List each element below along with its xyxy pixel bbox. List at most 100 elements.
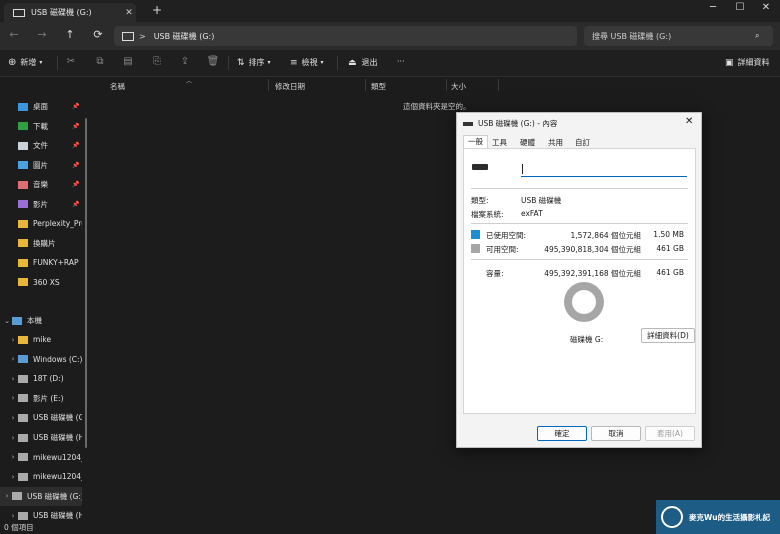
column-header-name[interactable]: 名稱 bbox=[110, 81, 125, 92]
sidebar-item-label: 360 XS bbox=[33, 277, 60, 287]
chevron-right-icon[interactable]: › bbox=[8, 394, 18, 402]
cancel-button[interactable]: 取消 bbox=[591, 426, 641, 441]
sidebar-item-label: 下載 bbox=[33, 121, 48, 131]
drive-icon bbox=[18, 511, 28, 520]
sidebar-item-quick-9[interactable]: 360 XS bbox=[0, 273, 82, 292]
sidebar-item-drive-2[interactable]: › 18T (D:) bbox=[0, 369, 82, 388]
delete-icon[interactable]: 🗑 bbox=[206, 56, 220, 67]
more-button[interactable]: ··· bbox=[397, 57, 405, 66]
column-header-size[interactable]: 大小 bbox=[451, 81, 466, 92]
view-button[interactable]: ≡ 檢視 ▾ bbox=[290, 57, 324, 68]
chevron-down-icon[interactable]: ⌄ bbox=[2, 317, 12, 325]
dialog-close-button[interactable]: ✕ bbox=[685, 116, 693, 127]
watermark-logo: 麥克Wu的生活攝影札記 bbox=[656, 500, 780, 534]
computer-icon bbox=[12, 316, 22, 325]
used-space-label: 已使用空間: bbox=[486, 231, 527, 240]
tab-usb-drive[interactable]: USB 磁碟機 (G:) ✕ bbox=[4, 3, 136, 22]
sidebar-item-drive-6[interactable]: › mikewu1204_ bbox=[0, 448, 82, 467]
cut-icon[interactable]: ✂ bbox=[64, 56, 78, 67]
column-divider[interactable] bbox=[498, 79, 499, 91]
sidebar-item-label: 影片 bbox=[33, 199, 48, 209]
sidebar-item-drive-0[interactable]: › mike bbox=[0, 330, 82, 349]
share-icon[interactable]: ⇪ bbox=[178, 56, 192, 67]
paste-icon[interactable]: ▤ bbox=[121, 56, 135, 67]
chevron-right-icon[interactable]: › bbox=[2, 492, 12, 500]
new-button[interactable]: ⊕ 新增 ▾ bbox=[8, 57, 42, 68]
sidebar-item-quick-5[interactable]: 影片 📌 bbox=[0, 195, 82, 214]
sidebar-item-quick-3[interactable]: 圖片 📌 bbox=[0, 156, 82, 175]
address-path: USB 磁碟機 (G:) bbox=[153, 31, 215, 41]
sidebar-item-label: mikewu1204_ bbox=[33, 452, 82, 462]
apply-button[interactable]: 套用(A) bbox=[645, 426, 695, 441]
maximize-button[interactable]: ☐ bbox=[727, 2, 753, 13]
ok-button[interactable]: 確定 bbox=[537, 426, 587, 441]
sidebar-item-quick-8[interactable]: FUNKY+RAP bbox=[0, 253, 82, 272]
free-space-swatch bbox=[471, 244, 480, 253]
chevron-right-icon[interactable]: › bbox=[8, 473, 18, 481]
drive-icon bbox=[18, 394, 28, 403]
search-box[interactable]: 搜尋 USB 磁碟機 (G:) ⌕ bbox=[584, 26, 773, 46]
search-input[interactable]: 搜尋 USB 磁碟機 (G:) bbox=[584, 31, 755, 42]
used-space-swatch bbox=[471, 230, 480, 239]
sort-button[interactable]: ⇅ 排序 ▾ bbox=[237, 57, 271, 68]
chevron-right-icon[interactable]: › bbox=[8, 453, 18, 461]
sidebar-item-drive-1[interactable]: › Windows (C:) bbox=[0, 350, 82, 369]
column-divider[interactable] bbox=[365, 79, 366, 91]
new-label: 新增 bbox=[20, 58, 37, 67]
sidebar-item-quick-6[interactable]: Perplexity_Pro bbox=[0, 214, 82, 233]
divider bbox=[228, 56, 229, 70]
back-button[interactable]: ← bbox=[6, 28, 22, 41]
chevron-right-icon[interactable]: › bbox=[8, 336, 18, 344]
sidebar-item-this-pc[interactable]: ⌄ 本機 bbox=[0, 311, 82, 330]
sidebar-item-quick-2[interactable]: 文件 📌 bbox=[0, 136, 82, 155]
sidebar-item-drive-8[interactable]: › USB 磁碟機 (G:) bbox=[0, 486, 82, 506]
column-header-type[interactable]: 類型 bbox=[371, 81, 386, 92]
chevron-right-icon[interactable]: › bbox=[8, 355, 18, 363]
computer-icon bbox=[122, 31, 134, 41]
sidebar-item-drive-5[interactable]: › USB 磁碟機 (H:) bbox=[0, 428, 82, 447]
drive-icon bbox=[18, 433, 28, 442]
sidebar-scrollbar[interactable] bbox=[85, 118, 87, 448]
folder-icon bbox=[18, 258, 28, 267]
column-header-modified[interactable]: 修改日期 bbox=[275, 81, 305, 92]
up-button[interactable]: ↑ bbox=[62, 28, 78, 41]
tab-close-icon[interactable]: ✕ bbox=[122, 8, 136, 18]
type-value: USB 磁碟機 bbox=[521, 196, 562, 205]
sidebar-item-drive-3[interactable]: › 影片 (E:) bbox=[0, 389, 82, 408]
copy-icon[interactable]: ⧉ bbox=[93, 56, 107, 67]
sort-caret-icon: ︿ bbox=[186, 78, 193, 85]
chevron-right-icon[interactable]: › bbox=[8, 434, 18, 442]
sidebar-item-drive-7[interactable]: › mikewu1204_ bbox=[0, 467, 82, 486]
sidebar-item-quick-4[interactable]: 音樂 📌 bbox=[0, 175, 82, 194]
watermark-text: 麥克Wu的生活攝影札記 bbox=[689, 512, 771, 522]
drive-icon bbox=[18, 374, 28, 383]
minimize-button[interactable]: ─ bbox=[700, 2, 726, 13]
new-tab-button[interactable]: + bbox=[150, 3, 164, 17]
refresh-button[interactable]: ⟳ bbox=[90, 28, 106, 41]
rename-icon[interactable]: ⎘ bbox=[150, 56, 164, 67]
address-bar[interactable]: > USB 磁碟機 (G:) bbox=[114, 26, 577, 46]
sidebar-item-quick-0[interactable]: 桌面 📌 bbox=[0, 97, 82, 116]
used-space-size: 1.50 MB bbox=[653, 230, 684, 239]
divider bbox=[337, 56, 338, 70]
eject-button[interactable]: ⏏ 退出 bbox=[348, 57, 378, 68]
chevron-right-icon[interactable]: › bbox=[8, 512, 18, 520]
free-space-size: 461 GB bbox=[656, 244, 684, 253]
sidebar-item-quick-1[interactable]: 下載 📌 bbox=[0, 117, 82, 136]
sidebar-item-quick-7[interactable]: 換購片 bbox=[0, 234, 82, 253]
sidebar-item-label: 桌面 bbox=[33, 102, 48, 111]
chevron-right-icon[interactable]: › bbox=[8, 375, 18, 383]
chevron-right-icon: > bbox=[139, 31, 146, 41]
disk-details-button[interactable]: 詳細資料(D) bbox=[641, 328, 695, 343]
forward-button[interactable]: → bbox=[34, 28, 50, 41]
close-button[interactable]: ✕ bbox=[753, 2, 779, 13]
drive-letter-label: 磁碟機 G: bbox=[570, 335, 604, 344]
chevron-right-icon[interactable]: › bbox=[8, 414, 18, 422]
drive-label-input[interactable] bbox=[521, 162, 687, 177]
library-icon bbox=[18, 180, 28, 189]
column-divider[interactable] bbox=[446, 79, 447, 91]
sidebar-item-drive-4[interactable]: › USB 磁碟機 (G:) bbox=[0, 408, 82, 427]
details-pane-button[interactable]: ▣ 詳細資料 bbox=[725, 57, 770, 68]
type-label: 類型: bbox=[471, 196, 489, 205]
column-divider[interactable] bbox=[268, 79, 269, 91]
